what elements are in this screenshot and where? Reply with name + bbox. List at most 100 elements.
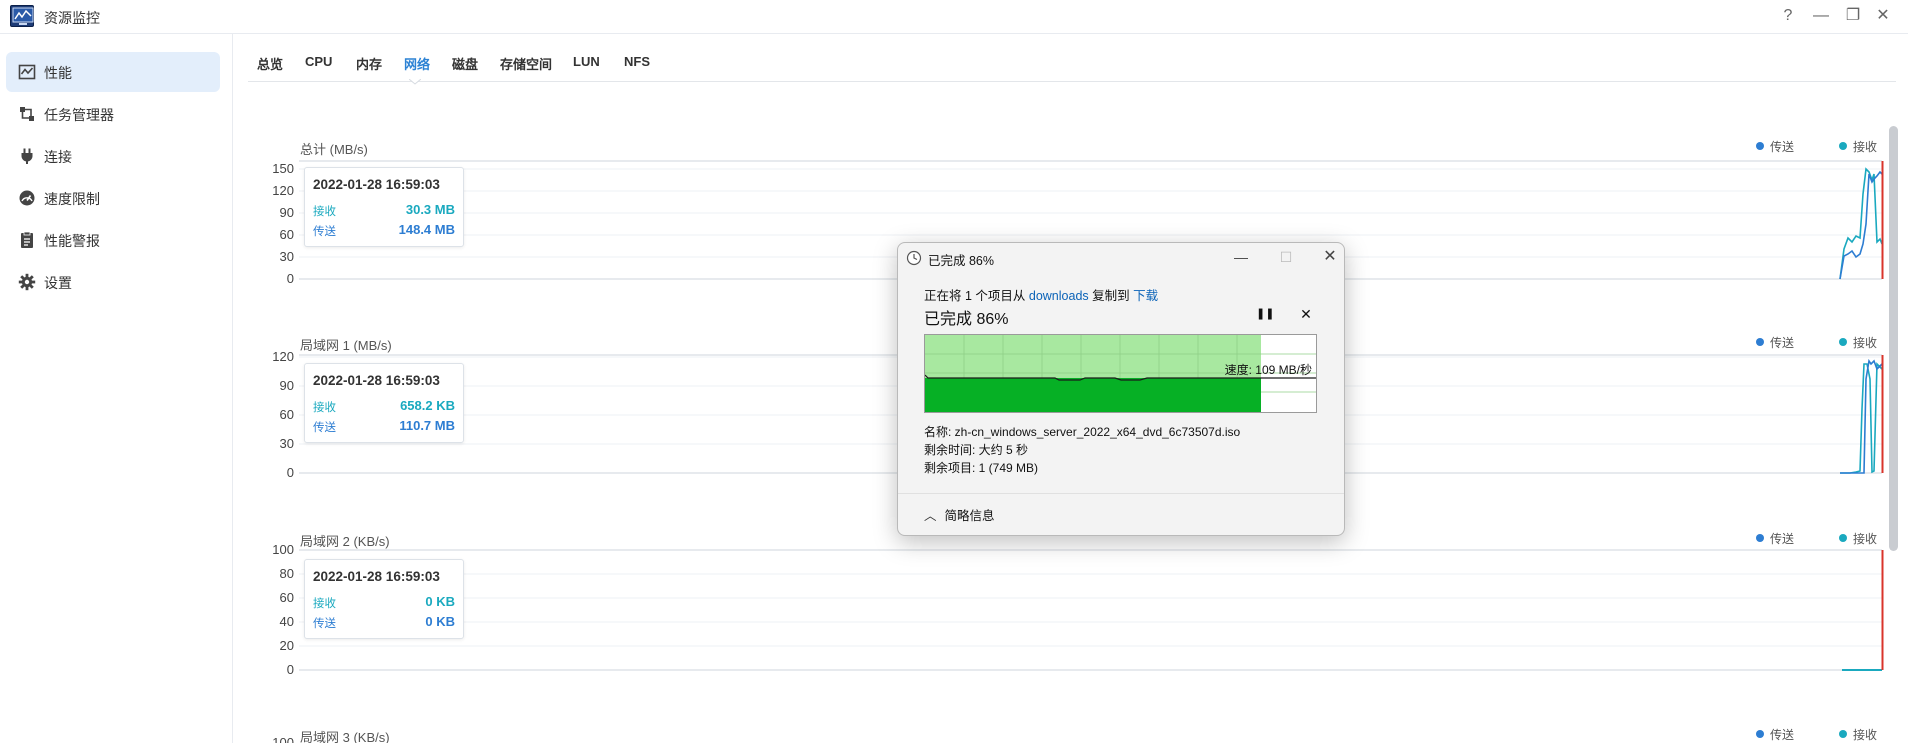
- tab-disk[interactable]: 磁盘: [452, 54, 478, 73]
- copy-progress-dialog: 已完成 86% — ☐ ✕ 正在将 1 个项目从 downloads 复制到 下…: [897, 242, 1345, 536]
- tab-bar: 总览 CPU 内存 网络 磁盘 存储空间 LUN NFS: [248, 34, 1896, 82]
- sidebar-item-settings[interactable]: 设置: [6, 262, 220, 302]
- sidebar-item-performance[interactable]: 性能: [6, 52, 220, 92]
- tab-nfs[interactable]: NFS: [624, 54, 650, 69]
- percent-complete: 已完成 86%: [924, 311, 1009, 328]
- data-tooltip: 2022-01-28 16:59:03 接收 30.3 MB 传送 148.4 …: [304, 167, 464, 247]
- tooltip-receive-label: 接收: [313, 402, 336, 414]
- receive-series-line: [1840, 362, 1883, 474]
- send-dot-icon: [1756, 142, 1764, 150]
- receive-dot-icon: [1839, 338, 1847, 346]
- window-titlebar: 资源监控 ? — ❐ ✕: [0, 0, 1908, 34]
- items-remaining: 剩余项目: 1 (749 MB): [924, 461, 1039, 475]
- legend-receive: 接收: [1839, 726, 1877, 743]
- sidebar-item-performance-alerts[interactable]: 性能警报: [6, 220, 220, 260]
- tab-storage[interactable]: 存储空间: [500, 54, 552, 73]
- cancel-copy-button[interactable]: ✕: [1297, 306, 1315, 324]
- sidebar-item-label: 速度限制: [44, 191, 100, 207]
- sidebar-item-task-manager[interactable]: 任务管理器: [6, 94, 220, 134]
- receive-dot-icon: [1839, 534, 1847, 542]
- transfer-speed-graph: 速度: 109 MB/秒: [924, 334, 1317, 413]
- receive-dot-icon: [1839, 730, 1847, 738]
- tooltip-time: 2022-01-28 16:59:03: [313, 569, 440, 584]
- tooltip-receive-value: 658.2 KB: [400, 398, 455, 413]
- tooltip-send-label: 传送: [313, 226, 336, 238]
- restore-button[interactable]: ❐: [1840, 5, 1866, 27]
- speedometer-icon: [19, 190, 35, 206]
- send-dot-icon: [1756, 730, 1764, 738]
- dialog-maximize-button[interactable]: ☐: [1274, 247, 1298, 267]
- y-tick: 60: [280, 227, 294, 242]
- legend-send: 传送: [1756, 138, 1794, 155]
- tooltip-send-value: 148.4 MB: [398, 222, 455, 237]
- receive-series-line: [1839, 167, 1883, 280]
- y-tick: 0: [287, 465, 294, 480]
- target-folder-link[interactable]: 下载: [1133, 289, 1158, 303]
- y-tick: 100: [272, 545, 294, 557]
- gear-icon: [18, 273, 36, 291]
- dialog-title: 已完成 86%: [928, 254, 994, 268]
- legend-send: 传送: [1756, 726, 1794, 743]
- file-name: 名称: zh-cn_windows_server_2022_x64_dvd_6c…: [924, 425, 1241, 439]
- tab-cpu[interactable]: CPU: [305, 54, 332, 69]
- y-tick: 30: [280, 436, 294, 451]
- resource-monitor-app-icon: [10, 5, 34, 27]
- tooltip-receive-label: 接收: [313, 206, 336, 218]
- y-tick: 80: [280, 566, 294, 581]
- chart-title: 局域网 3 (KB/s): [300, 730, 390, 743]
- tab-overview[interactable]: 总览: [257, 54, 283, 73]
- progress-fill: [925, 378, 1261, 412]
- minimize-button[interactable]: —: [1808, 5, 1834, 27]
- y-tick: 100: [272, 735, 294, 743]
- sidebar-item-label: 性能警报: [44, 233, 100, 249]
- dialog-divider: [898, 493, 1344, 494]
- tooltip-receive-label: 接收: [313, 598, 336, 610]
- performance-chart-icon: [18, 64, 36, 80]
- y-tick: 60: [280, 590, 294, 605]
- task-manager-icon: [20, 107, 34, 121]
- data-tooltip: 2022-01-28 16:59:03 接收 0 KB 传送 0 KB: [304, 559, 464, 639]
- copy-description: 正在将 1 个项目从 downloads 复制到 下载: [924, 289, 1159, 303]
- sidebar: 性能 任务管理器 连接 速度限制 性能警报 设置: [0, 34, 233, 743]
- app-title: 资源监控: [44, 10, 100, 26]
- dialog-close-button[interactable]: ✕: [1318, 247, 1342, 267]
- sidebar-item-label: 设置: [44, 275, 72, 291]
- y-tick: 120: [272, 349, 294, 364]
- tooltip-send-label: 传送: [313, 618, 336, 630]
- clipboard-alert-icon: [21, 231, 33, 248]
- send-dot-icon: [1756, 534, 1764, 542]
- tooltip-send-value: 110.7 MB: [399, 418, 455, 433]
- sidebar-item-speed-limit[interactable]: 速度限制: [6, 178, 220, 218]
- y-tick: 30: [280, 249, 294, 264]
- y-tick: 0: [287, 271, 294, 286]
- sidebar-item-label: 性能: [44, 65, 72, 81]
- plug-icon: [21, 148, 33, 164]
- pause-button[interactable]: ❚❚: [1256, 307, 1274, 323]
- tab-network[interactable]: 网络: [404, 54, 430, 73]
- vertical-scrollbar[interactable]: [1889, 126, 1898, 551]
- y-tick: 90: [280, 378, 294, 393]
- y-tick: 150: [272, 161, 294, 176]
- tab-memory[interactable]: 内存: [356, 54, 382, 73]
- receive-dot-icon: [1839, 142, 1847, 150]
- y-tick: 20: [280, 638, 294, 653]
- tab-lun[interactable]: LUN: [573, 54, 600, 69]
- tooltip-time: 2022-01-28 16:59:03: [313, 373, 440, 388]
- data-tooltip: 2022-01-28 16:59:03 接收 658.2 KB 传送 110.7…: [304, 363, 464, 443]
- sidebar-item-connections[interactable]: 连接: [6, 136, 220, 176]
- chevron-up-icon: ︿: [924, 509, 937, 523]
- chart-lan2: 100 80 60 40 20 0: [272, 545, 1884, 677]
- tooltip-send-value: 0 KB: [425, 614, 455, 629]
- help-button[interactable]: ?: [1775, 5, 1801, 27]
- legend-receive: 接收: [1839, 138, 1877, 155]
- close-button[interactable]: ✕: [1870, 5, 1896, 27]
- y-tick: 120: [272, 183, 294, 198]
- less-details-toggle[interactable]: ︿ 简略信息: [924, 505, 995, 524]
- dialog-titlebar: 已完成 86% — ☐ ✕: [898, 243, 1344, 273]
- y-tick: 0: [287, 662, 294, 677]
- dialog-minimize-button[interactable]: —: [1229, 247, 1253, 267]
- source-folder-link[interactable]: downloads: [1029, 289, 1089, 303]
- tooltip-receive-value: 0 KB: [425, 594, 455, 609]
- y-tick: 90: [280, 205, 294, 220]
- active-tab-indicator: [409, 79, 421, 85]
